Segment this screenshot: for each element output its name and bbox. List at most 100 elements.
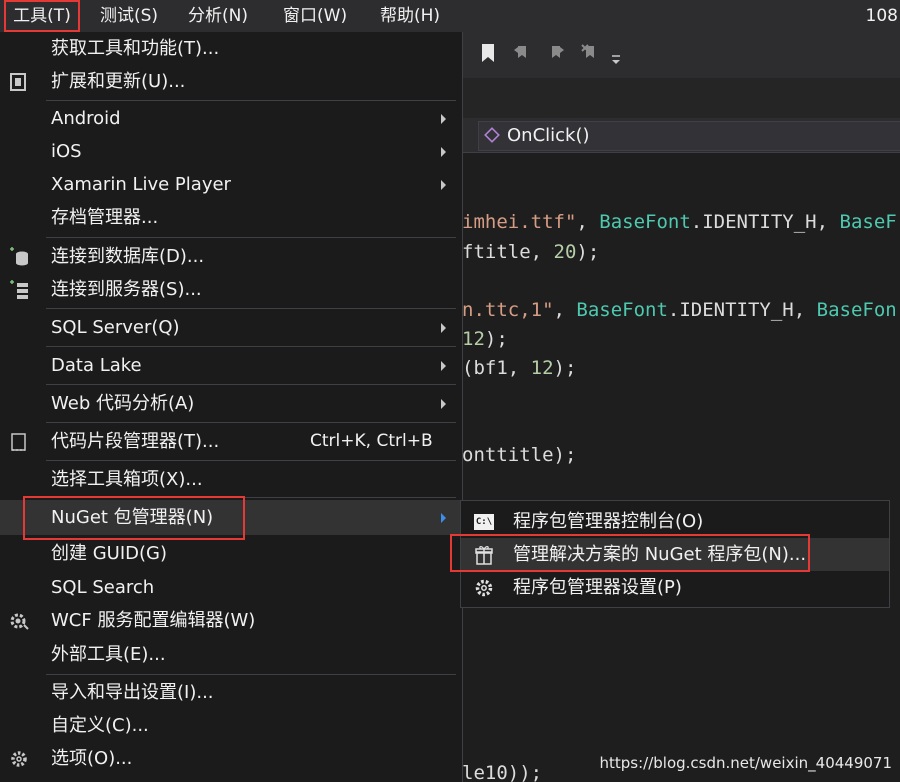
- menu-test[interactable]: 测试(S): [100, 0, 158, 32]
- menu-separator: [46, 460, 456, 461]
- submenu-item-manage-nuget[interactable]: 管理解决方案的 NuGet 程序包(N)...: [461, 538, 889, 571]
- menu-item-label: Android: [51, 108, 121, 129]
- menu-item-label: 扩展和更新(U)...: [51, 71, 186, 92]
- clear-bookmarks-icon[interactable]: [580, 42, 600, 64]
- menu-item-snippets-manager[interactable]: 代码片段管理器(T)... Ctrl+K, Ctrl+B: [0, 425, 462, 458]
- server-connect-icon: [10, 280, 28, 299]
- menu-help[interactable]: 帮助(H): [380, 0, 440, 32]
- menu-bar: 工具(T) 测试(S) 分析(N) 窗口(W) 帮助(H) 108: [0, 0, 900, 32]
- method-icon: [484, 127, 500, 143]
- submenu-arrow-icon: [441, 361, 446, 371]
- navigation-bar: OnClick(): [462, 118, 900, 153]
- code-line: n.ttc,1", BaseFont.IDENTITY_H, BaseFon: [462, 299, 897, 321]
- menu-item-label: Xamarin Live Player: [51, 174, 231, 195]
- menu-item-shortcut: Ctrl+K, Ctrl+B: [310, 431, 433, 451]
- menu-item-nuget[interactable]: NuGet 包管理器(N): [0, 500, 462, 535]
- menu-item-label: 连接到数据库(D)...: [51, 246, 205, 267]
- menu-item-connect-database[interactable]: 连接到数据库(D)...: [0, 240, 462, 273]
- bookmark-icon[interactable]: [478, 42, 498, 64]
- submenu-item-console[interactable]: C:\ 程序包管理器控制台(O): [461, 505, 889, 538]
- menu-item-external-tools[interactable]: 外部工具(E)...: [0, 638, 462, 671]
- menu-item-label: SQL Search: [51, 577, 155, 598]
- wcf-gear-icon: [10, 613, 29, 630]
- menu-item-sql-server[interactable]: SQL Server(Q): [0, 311, 462, 344]
- menu-item-import-export[interactable]: 导入和导出设置(I)...: [0, 676, 462, 709]
- submenu-arrow-icon: [441, 114, 446, 124]
- menu-item-label: Data Lake: [51, 355, 142, 376]
- code-line: (bf1, 12);: [462, 357, 577, 379]
- submenu-item-label: 程序包管理器控制台(O): [513, 511, 704, 532]
- menu-item-label: NuGet 包管理器(N): [51, 507, 214, 528]
- code-editor[interactable]: imhei.ttf", BaseFont.IDENTITY_H, BaseF f…: [462, 153, 900, 782]
- menu-item-extensions[interactable]: 扩展和更新(U)...: [0, 65, 462, 98]
- code-line: le10));: [462, 762, 543, 782]
- submenu-arrow-icon: [441, 513, 446, 523]
- toolbar: [462, 32, 900, 78]
- menu-item-label: 导入和导出设置(I)...: [51, 682, 214, 703]
- menu-separator: [46, 308, 456, 309]
- menu-item-label: SQL Server(Q): [51, 317, 180, 338]
- menu-separator: [46, 384, 456, 385]
- tools-menu: 获取工具和功能(T)... 扩展和更新(U)... Android iOS Xa…: [0, 32, 463, 782]
- prev-bookmark-icon[interactable]: [512, 42, 532, 64]
- menu-separator: [46, 497, 456, 498]
- menu-item-data-lake[interactable]: Data Lake: [0, 349, 462, 382]
- menu-item-wcf-editor[interactable]: WCF 服务配置编辑器(W): [0, 604, 462, 637]
- menu-item-label: Web 代码分析(A): [51, 393, 195, 414]
- menu-tools[interactable]: 工具(T): [4, 0, 80, 32]
- gear-icon: [475, 579, 493, 597]
- member-dropdown[interactable]: OnClick(): [478, 121, 900, 151]
- menu-item-label: WCF 服务配置编辑器(W): [51, 610, 256, 631]
- extensions-icon: [10, 73, 26, 91]
- submenu-item-package-settings[interactable]: 程序包管理器设置(P): [461, 571, 889, 604]
- submenu-item-label: 程序包管理器设置(P): [513, 577, 682, 598]
- menu-item-get-tools[interactable]: 获取工具和功能(T)...: [0, 32, 462, 65]
- menu-item-web-code-analysis[interactable]: Web 代码分析(A): [0, 387, 462, 420]
- menu-item-label: 创建 GUID(G): [51, 543, 168, 564]
- code-line: ftitle, 20);: [462, 241, 600, 263]
- menu-item-sql-search[interactable]: SQL Search: [0, 571, 462, 604]
- menu-item-customize[interactable]: 自定义(C)...: [0, 709, 462, 742]
- menu-item-label: 获取工具和功能(T)...: [51, 38, 220, 59]
- snippet-icon: [11, 433, 26, 451]
- menubar-right-text: 108: [865, 6, 898, 26]
- submenu-item-label: 管理解决方案的 NuGet 程序包(N)...: [513, 544, 807, 565]
- watermark: https://blog.csdn.net/weixin_40449071: [599, 754, 892, 772]
- submenu-arrow-icon: [441, 399, 446, 409]
- menu-item-options[interactable]: 选项(O)...: [0, 742, 462, 775]
- nuget-submenu: C:\ 程序包管理器控制台(O) 管理解决方案的 NuGet 程序包(N)...…: [460, 500, 890, 608]
- menu-separator: [46, 100, 456, 101]
- submenu-arrow-icon: [441, 180, 446, 190]
- code-line: 12);: [462, 328, 508, 350]
- menu-item-archive-manager[interactable]: 存档管理器...: [0, 201, 462, 234]
- menu-window[interactable]: 窗口(W): [283, 0, 347, 32]
- menu-item-create-guid[interactable]: 创建 GUID(G): [0, 537, 462, 570]
- menu-separator: [46, 346, 456, 347]
- next-bookmark-icon[interactable]: [546, 42, 566, 64]
- submenu-arrow-icon: [441, 323, 446, 333]
- menu-item-label: 自定义(C)...: [51, 715, 149, 736]
- submenu-arrow-icon: [441, 147, 446, 157]
- toolbar-overflow-icon[interactable]: [610, 52, 622, 66]
- menu-item-label: iOS: [51, 141, 82, 162]
- database-connect-icon: [10, 247, 28, 266]
- document-tab-strip: [462, 78, 900, 118]
- menu-analyze[interactable]: 分析(N): [188, 0, 248, 32]
- menu-item-ios[interactable]: iOS: [0, 135, 462, 168]
- code-line: imhei.ttf", BaseFont.IDENTITY_H, BaseF: [462, 211, 897, 233]
- menu-item-xamarin[interactable]: Xamarin Live Player: [0, 168, 462, 201]
- menu-item-label: 选择工具箱项(X)...: [51, 469, 203, 490]
- menu-separator: [46, 674, 456, 675]
- menu-separator: [46, 237, 456, 238]
- menu-item-label: 连接到服务器(S)...: [51, 279, 202, 300]
- menu-separator: [46, 422, 456, 423]
- menu-item-label: 存档管理器...: [51, 207, 159, 228]
- menu-item-choose-toolbox[interactable]: 选择工具箱项(X)...: [0, 463, 462, 496]
- menu-item-android[interactable]: Android: [0, 102, 462, 135]
- code-line: onttitle);: [462, 444, 577, 466]
- console-icon: C:\: [473, 511, 495, 533]
- menu-item-label: 代码片段管理器(T)...: [51, 431, 220, 452]
- menu-item-label: 外部工具(E)...: [51, 644, 166, 665]
- menu-item-connect-server[interactable]: 连接到服务器(S)...: [0, 273, 462, 306]
- gear-icon: [11, 751, 27, 767]
